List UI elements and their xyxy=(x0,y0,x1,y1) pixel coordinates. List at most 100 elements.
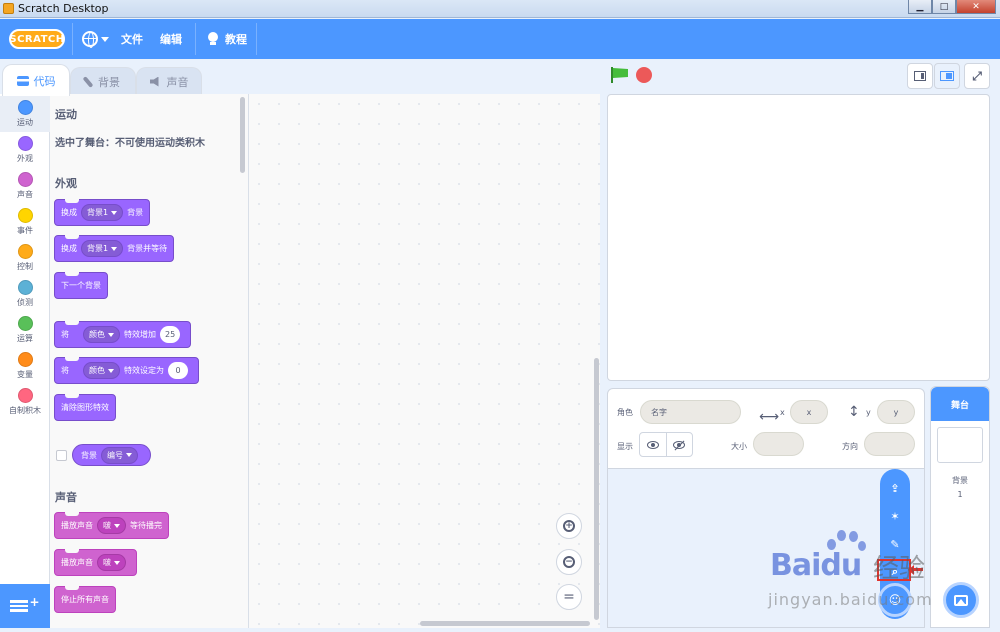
category-label: 变量 xyxy=(17,370,33,379)
block-switch-backdrop[interactable]: 换成 背景1 背景 xyxy=(54,199,151,226)
sound-dropdown[interactable]: 啵 xyxy=(97,517,126,534)
direction-field[interactable] xyxy=(864,432,915,456)
file-menu[interactable]: 文件 xyxy=(121,19,143,59)
chevron-down-icon xyxy=(126,453,132,457)
speaker-icon xyxy=(149,76,159,87)
category-dot-icon xyxy=(17,100,33,115)
block-text: 将 xyxy=(61,330,69,339)
backdrop-dropdown[interactable]: 背景1 xyxy=(81,204,124,221)
block-start-sound[interactable]: 播放声音 啵 xyxy=(54,549,137,576)
category-control[interactable]: 控制 xyxy=(0,240,50,276)
code-workspace[interactable] xyxy=(249,94,600,628)
effect-dropdown[interactable]: 颜色 xyxy=(83,362,120,379)
zoom-out-button[interactable]: − xyxy=(556,549,582,575)
block-stop-all-sounds[interactable]: 停止所有声音 xyxy=(54,586,116,613)
category-events[interactable]: 事件 xyxy=(0,204,50,240)
tab-backdrops[interactable]: 背景 xyxy=(70,67,136,95)
block-switch-backdrop-and-wait[interactable]: 换成 背景1 背景并等待 xyxy=(54,235,175,262)
block-play-sound-until-done[interactable]: 播放声音 啵 等待播完 xyxy=(54,512,169,539)
app-icon xyxy=(3,3,14,14)
workspace-horizontal-scrollbar[interactable] xyxy=(420,621,590,626)
block-backdrop-number-reporter[interactable]: 背景 编号 xyxy=(72,444,151,466)
hide-sprite-button[interactable] xyxy=(667,433,693,456)
category-motion[interactable]: 运动 xyxy=(0,96,50,132)
backdrops-label: 背景 xyxy=(952,476,968,485)
block-text: 换成 xyxy=(61,208,77,217)
category-dot-icon xyxy=(17,352,33,367)
tab-sounds[interactable]: 声音 xyxy=(136,67,202,95)
brush-icon xyxy=(82,75,94,88)
image-icon xyxy=(954,594,968,606)
effect-dropdown[interactable]: 颜色 xyxy=(83,326,120,343)
maximize-button[interactable]: □ xyxy=(932,0,956,14)
category-label: 外观 xyxy=(17,154,33,163)
block-text: 等待播完 xyxy=(130,521,162,530)
baidu-paw-icon xyxy=(823,527,869,573)
globe-icon xyxy=(82,31,98,48)
stage-thumbnail[interactable] xyxy=(937,427,983,463)
upload-sprite-button[interactable]: ⇪ xyxy=(886,479,904,497)
stop-button[interactable] xyxy=(636,67,652,83)
fullscreen-button[interactable]: ⤢ xyxy=(964,63,990,89)
category-my-blocks[interactable]: 自制积木 xyxy=(0,384,50,420)
backdrop-attribute-dropdown[interactable]: 编号 xyxy=(101,446,138,464)
surprise-sprite-button[interactable]: ✶ xyxy=(886,507,904,525)
block-set-effect[interactable]: 将 颜色 特效设定为 0 xyxy=(54,357,199,384)
green-flag-button[interactable] xyxy=(611,67,628,83)
category-dot-icon xyxy=(17,208,33,223)
dropdown-value: 背景1 xyxy=(87,208,109,217)
stage-canvas[interactable] xyxy=(607,94,990,381)
category-dot-icon xyxy=(17,388,33,403)
menu-divider xyxy=(195,23,196,55)
language-menu[interactable] xyxy=(82,19,109,59)
category-dot-icon xyxy=(17,244,33,259)
category-sound[interactable]: 声音 xyxy=(0,168,50,204)
editor-tabs: 代码 背景 声音 xyxy=(0,59,600,96)
small-stage-icon xyxy=(914,71,926,81)
eye-icon xyxy=(646,440,659,449)
block-clear-effects[interactable]: 清除图形特效 xyxy=(54,394,116,421)
x-position-field[interactable]: x xyxy=(790,400,828,424)
choose-backdrop-button[interactable] xyxy=(943,582,979,618)
large-stage-button[interactable] xyxy=(934,63,960,89)
chevron-down-icon xyxy=(108,368,114,373)
category-variables[interactable]: 变量 xyxy=(0,348,50,384)
y-position-icon: ↕ xyxy=(848,404,860,420)
add-extension-button[interactable]: + xyxy=(0,584,50,628)
category-looks[interactable]: 外观 xyxy=(0,132,50,168)
minimize-button[interactable]: ▁ xyxy=(908,0,932,14)
sound-dropdown[interactable]: 啵 xyxy=(97,554,126,571)
category-operators[interactable]: 运算 xyxy=(0,312,50,348)
show-sprite-button[interactable] xyxy=(640,433,667,456)
tab-code[interactable]: 代码 xyxy=(2,64,70,96)
tutorials-menu[interactable]: 教程 xyxy=(207,19,247,59)
scratch-logo[interactable]: SCRATCH xyxy=(9,29,65,49)
y-position-field[interactable]: y xyxy=(877,400,915,424)
direction-label: 方向 xyxy=(842,442,858,451)
small-stage-button[interactable] xyxy=(907,63,933,89)
effect-value-input[interactable]: 25 xyxy=(160,326,181,343)
upload-icon: ⇪ xyxy=(890,481,900,495)
effect-value-input[interactable]: 0 xyxy=(168,362,188,379)
tab-label: 背景 xyxy=(98,75,120,89)
size-field[interactable] xyxy=(753,432,804,456)
backdrop-monitor-checkbox[interactable] xyxy=(56,450,67,461)
block-next-backdrop[interactable]: 下一个背景 xyxy=(54,272,108,299)
block-text: 背景 xyxy=(81,450,97,460)
edit-menu[interactable]: 编辑 xyxy=(160,19,182,59)
palette-scrollbar[interactable] xyxy=(240,97,245,173)
tutorials-label: 教程 xyxy=(225,33,247,46)
zoom-in-button[interactable]: + xyxy=(556,513,582,539)
sprite-name-field[interactable]: 名字 xyxy=(640,400,741,424)
workspace-vertical-scrollbar[interactable] xyxy=(594,358,599,620)
show-label: 显示 xyxy=(617,442,633,451)
dropdown-value: 颜色 xyxy=(89,330,105,339)
block-change-effect[interactable]: 将 颜色 特效增加 25 xyxy=(54,321,192,348)
category-label: 事件 xyxy=(17,226,33,235)
backdrop-dropdown[interactable]: 背景1 xyxy=(81,240,124,257)
category-sensing[interactable]: 侦测 xyxy=(0,276,50,312)
watermark-url: jingyan.baidu.com xyxy=(768,590,933,609)
close-button[interactable]: ✕ xyxy=(956,0,996,14)
block-text: 下一个背景 xyxy=(61,281,101,290)
zoom-reset-button[interactable]: = xyxy=(556,584,582,610)
